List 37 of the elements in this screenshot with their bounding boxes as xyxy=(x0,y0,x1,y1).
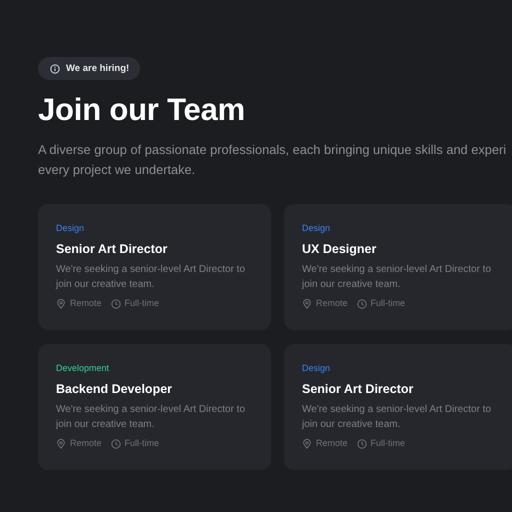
location-pin-icon xyxy=(56,298,66,308)
job-type-text: Full-time xyxy=(370,298,406,309)
clock-icon xyxy=(356,438,367,448)
location-pin-icon xyxy=(56,438,66,448)
info-icon xyxy=(50,64,60,74)
page-title: Join our Team xyxy=(38,91,246,129)
clock-icon xyxy=(356,298,367,308)
category-label: Development xyxy=(56,363,110,374)
location-pin-icon xyxy=(302,298,312,308)
location-text: Remote xyxy=(70,438,102,449)
job-type-text: Full-time xyxy=(124,438,160,449)
location-text: Remote xyxy=(70,298,102,309)
job-description: We're seeking a senior-level Art Director to join our creative team. xyxy=(56,403,246,432)
job-card[interactable]: Design Senior Art Director We're seeking a senior-level Art Director to join our creative team. Remote Full-time xyxy=(38,204,271,330)
location-text: Remote xyxy=(316,438,348,449)
badge-text: We are hiring! xyxy=(66,63,130,74)
category-label: Design xyxy=(302,363,330,374)
job-type-text: Full-time xyxy=(124,298,160,309)
job-description: We're seeking a senior-level Art Director to join our creative team. xyxy=(56,263,246,292)
category-label: Design xyxy=(56,223,84,234)
subtitle-text: A diverse group of passionate professionals, each bringing unique skills and experi xyxy=(38,141,506,159)
job-description: We're seeking a senior-level Art Director to join our creative team. xyxy=(302,403,492,432)
job-card[interactable]: Development Backend Developer We're seeking a senior-level Art Director to join our creative team. Remote Full-time xyxy=(38,344,271,470)
location-text: Remote xyxy=(316,298,348,309)
job-title: UX Designer xyxy=(302,241,376,257)
clock-icon xyxy=(110,298,121,308)
clock-icon xyxy=(110,438,121,448)
job-title: Backend Developer xyxy=(56,381,172,397)
job-card[interactable]: Design UX Designer We're seeking a senior-level Art Director to join our creative team. Remote Full-time xyxy=(284,204,512,330)
category-label: Design xyxy=(302,223,330,234)
job-card[interactable]: Design Senior Art Director We're seeking a senior-level Art Director to join our creative team. Remote Full-time xyxy=(284,344,512,470)
location-pin-icon xyxy=(302,438,312,448)
subtitle-text: every project we undertake. xyxy=(38,161,196,179)
job-description: We're seeking a senior-level Art Director to join our creative team. xyxy=(302,263,492,292)
job-title: Senior Art Director xyxy=(56,241,168,257)
job-title: Senior Art Director xyxy=(302,381,414,397)
job-type-text: Full-time xyxy=(370,438,406,449)
